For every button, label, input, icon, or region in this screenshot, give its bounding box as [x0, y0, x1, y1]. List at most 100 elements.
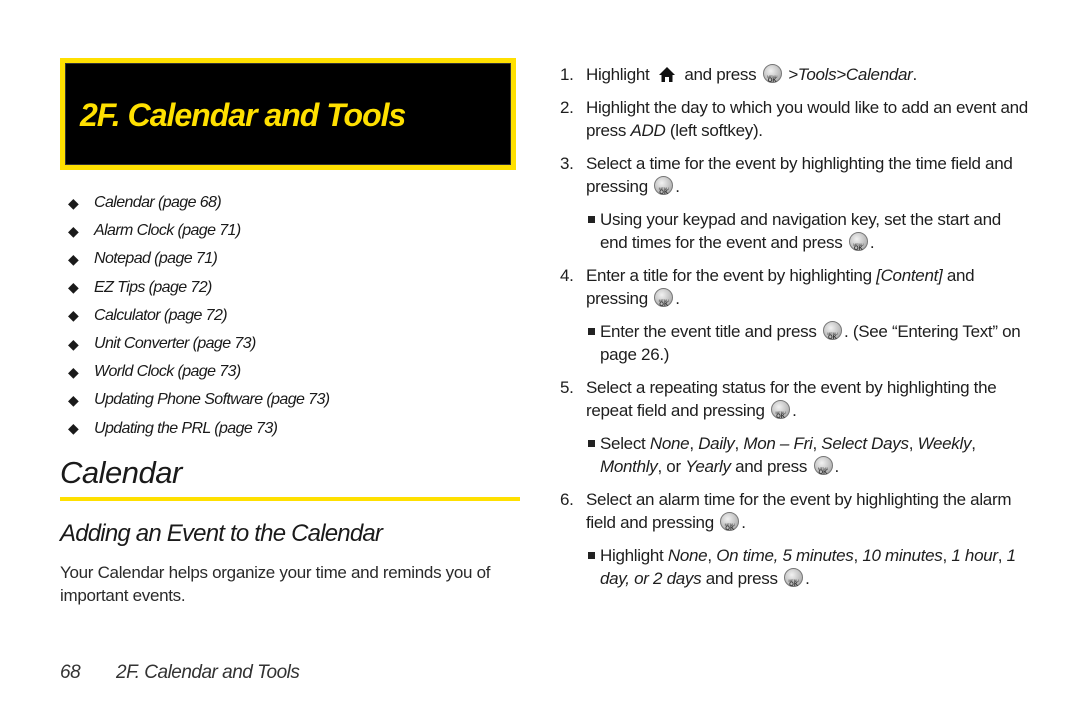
diamond-bullet-icon: ◆ — [68, 279, 79, 296]
bullet-text: Select — [600, 434, 650, 453]
step-number: 4. — [560, 266, 574, 285]
option-label: None — [649, 434, 690, 453]
toc-item-label: Calculator (page 72) — [94, 306, 228, 324]
separator: , — [853, 546, 863, 565]
menu-ok-key-icon — [720, 512, 740, 541]
menu-ok-key-icon — [823, 321, 842, 350]
option-label: Select Days — [821, 434, 909, 453]
menu-ok-key-icon — [848, 232, 868, 261]
menu-path: >Tools>Calendar — [788, 65, 913, 84]
bullet-text: . — [805, 569, 810, 588]
page-footer: 68 2F. Calendar and Tools — [60, 662, 300, 684]
step-number: 6. — [560, 490, 574, 509]
menu-ok-key-icon — [654, 288, 674, 317]
toc-item[interactable]: ◆ Updating the PRL (page 73) — [68, 415, 329, 443]
step-text: . — [675, 289, 680, 308]
separator: , or — [657, 457, 686, 476]
separator: , — [908, 434, 918, 453]
option-label: 10 minutes — [862, 546, 943, 565]
step-1: 1. Highlight and press >Tools>Calendar. — [560, 63, 1030, 93]
step-number: 1. — [560, 65, 574, 84]
subsection-heading: Adding an Event to the Calendar — [60, 520, 383, 547]
toc-item-label: Unit Converter (page 73) — [94, 335, 256, 353]
diamond-bullet-icon: ◆ — [68, 335, 79, 352]
section-divider — [60, 497, 520, 501]
step-number: 3. — [560, 154, 574, 173]
toc-item[interactable]: ◆ EZ Tips (page 72) — [68, 274, 329, 302]
toc-item-label: Calendar (page 68) — [94, 194, 222, 212]
instruction-steps: 1. Highlight and press >Tools>Calendar. … — [560, 63, 1030, 600]
step-text: Enter a title for the event by highlight… — [586, 266, 877, 285]
bullet-text: . — [834, 457, 840, 476]
toc-item[interactable]: ◆ Updating Phone Software (page 73) — [68, 386, 330, 414]
toc-item[interactable]: ◆ Calculator (page 72) — [68, 302, 329, 330]
bullet-text: . — [869, 233, 875, 252]
menu-ok-key-icon — [654, 176, 674, 205]
step-4: 4. Enter a title for the event by highli… — [560, 264, 1030, 317]
separator: , — [971, 434, 976, 453]
bullet-text: and press — [730, 457, 808, 476]
option-label: None — [667, 546, 708, 565]
square-bullet-icon — [588, 440, 595, 447]
diamond-bullet-icon: ◆ — [68, 194, 79, 211]
step-text: (left softkey). — [665, 121, 763, 140]
toc-item-label: Alarm Clock (page 71) — [94, 222, 241, 240]
separator: , — [689, 434, 699, 453]
section-heading: Calendar — [60, 455, 182, 490]
menu-ok-key-icon — [813, 456, 833, 485]
intro-paragraph: Your Calendar helps organize your time a… — [60, 563, 491, 605]
step-text: Select an alarm time for the event by hi… — [586, 490, 1012, 532]
square-bullet-icon — [588, 216, 595, 223]
diamond-bullet-icon: ◆ — [68, 222, 79, 239]
step-text: . — [792, 401, 797, 420]
step-text: Select a time for the event by highlight… — [586, 154, 1013, 196]
step-text: and press — [684, 65, 757, 84]
toc-item-label: World Clock (page 73) — [94, 363, 241, 381]
chapter-banner: 2F. Calendar and Tools — [60, 58, 516, 170]
separator: , — [734, 434, 744, 453]
step-6: 6. Select an alarm time for the event by… — [560, 488, 1030, 541]
diamond-bullet-icon: ◆ — [68, 307, 79, 324]
toc-item-label: Notepad (page 71) — [94, 250, 218, 268]
diamond-bullet-icon: ◆ — [68, 420, 79, 437]
chapter-title: 2F. Calendar and Tools — [80, 97, 406, 133]
step-4-bullet: Enter the event title and press . (See “… — [560, 320, 1030, 366]
step-3-bullet: Using your keypad and navigation key, se… — [560, 208, 1030, 261]
bullet-text: Highlight — [600, 546, 668, 565]
option-label: Daily — [698, 434, 735, 453]
option-label: 1 hour — [951, 546, 998, 565]
separator: , — [997, 546, 1007, 565]
step-number: 5. — [560, 378, 574, 397]
bullet-text: and press — [701, 569, 778, 588]
square-bullet-icon — [588, 328, 595, 335]
square-bullet-icon — [588, 552, 595, 559]
menu-ok-key-icon — [784, 568, 804, 597]
diamond-bullet-icon: ◆ — [68, 250, 79, 267]
toc-item[interactable]: ◆ Unit Converter (page 73) — [68, 330, 329, 358]
toc-item[interactable]: ◆ Alarm Clock (page 71) — [68, 217, 329, 245]
step-3: 3. Select a time for the event by highli… — [560, 152, 1030, 205]
step-6-bullet: Highlight None, On time, 5 minutes, 10 m… — [560, 544, 1030, 597]
separator: , — [812, 434, 822, 453]
toc-item-label: Updating Phone Software (page 73) — [94, 391, 330, 409]
menu-ok-key-icon — [771, 400, 791, 429]
step-5: 5. Select a repeating status for the eve… — [560, 376, 1030, 429]
toc-item[interactable]: ◆ World Clock (page 73) — [68, 358, 329, 386]
step-text: . — [675, 177, 680, 196]
chapter-banner-inner: 2F. Calendar and Tools — [65, 63, 511, 165]
option-label: Monthly — [600, 457, 658, 476]
step-text: . — [912, 65, 918, 84]
step-2: 2. Highlight the day to which you would … — [560, 96, 1030, 142]
footer-chapter: 2F. Calendar and Tools — [116, 662, 300, 683]
option-label: On time, 5 minutes — [716, 546, 854, 565]
chapter-contents-list: ◆ Calendar (page 68) ◆ Alarm Clock (page 7… — [68, 189, 330, 443]
diamond-bullet-icon: ◆ — [68, 391, 79, 408]
menu-ok-key-icon — [762, 64, 782, 93]
toc-item[interactable]: ◆ Calendar (page 68) — [68, 189, 329, 217]
toc-item-label: Updating the PRL (page 73) — [94, 419, 278, 437]
softkey-label: ADD — [630, 121, 666, 140]
diamond-bullet-icon: ◆ — [68, 363, 79, 380]
toc-item[interactable]: ◆ Notepad (page 71) — [68, 245, 329, 273]
page-number: 68 — [60, 662, 81, 683]
field-label: [Content] — [876, 266, 943, 285]
